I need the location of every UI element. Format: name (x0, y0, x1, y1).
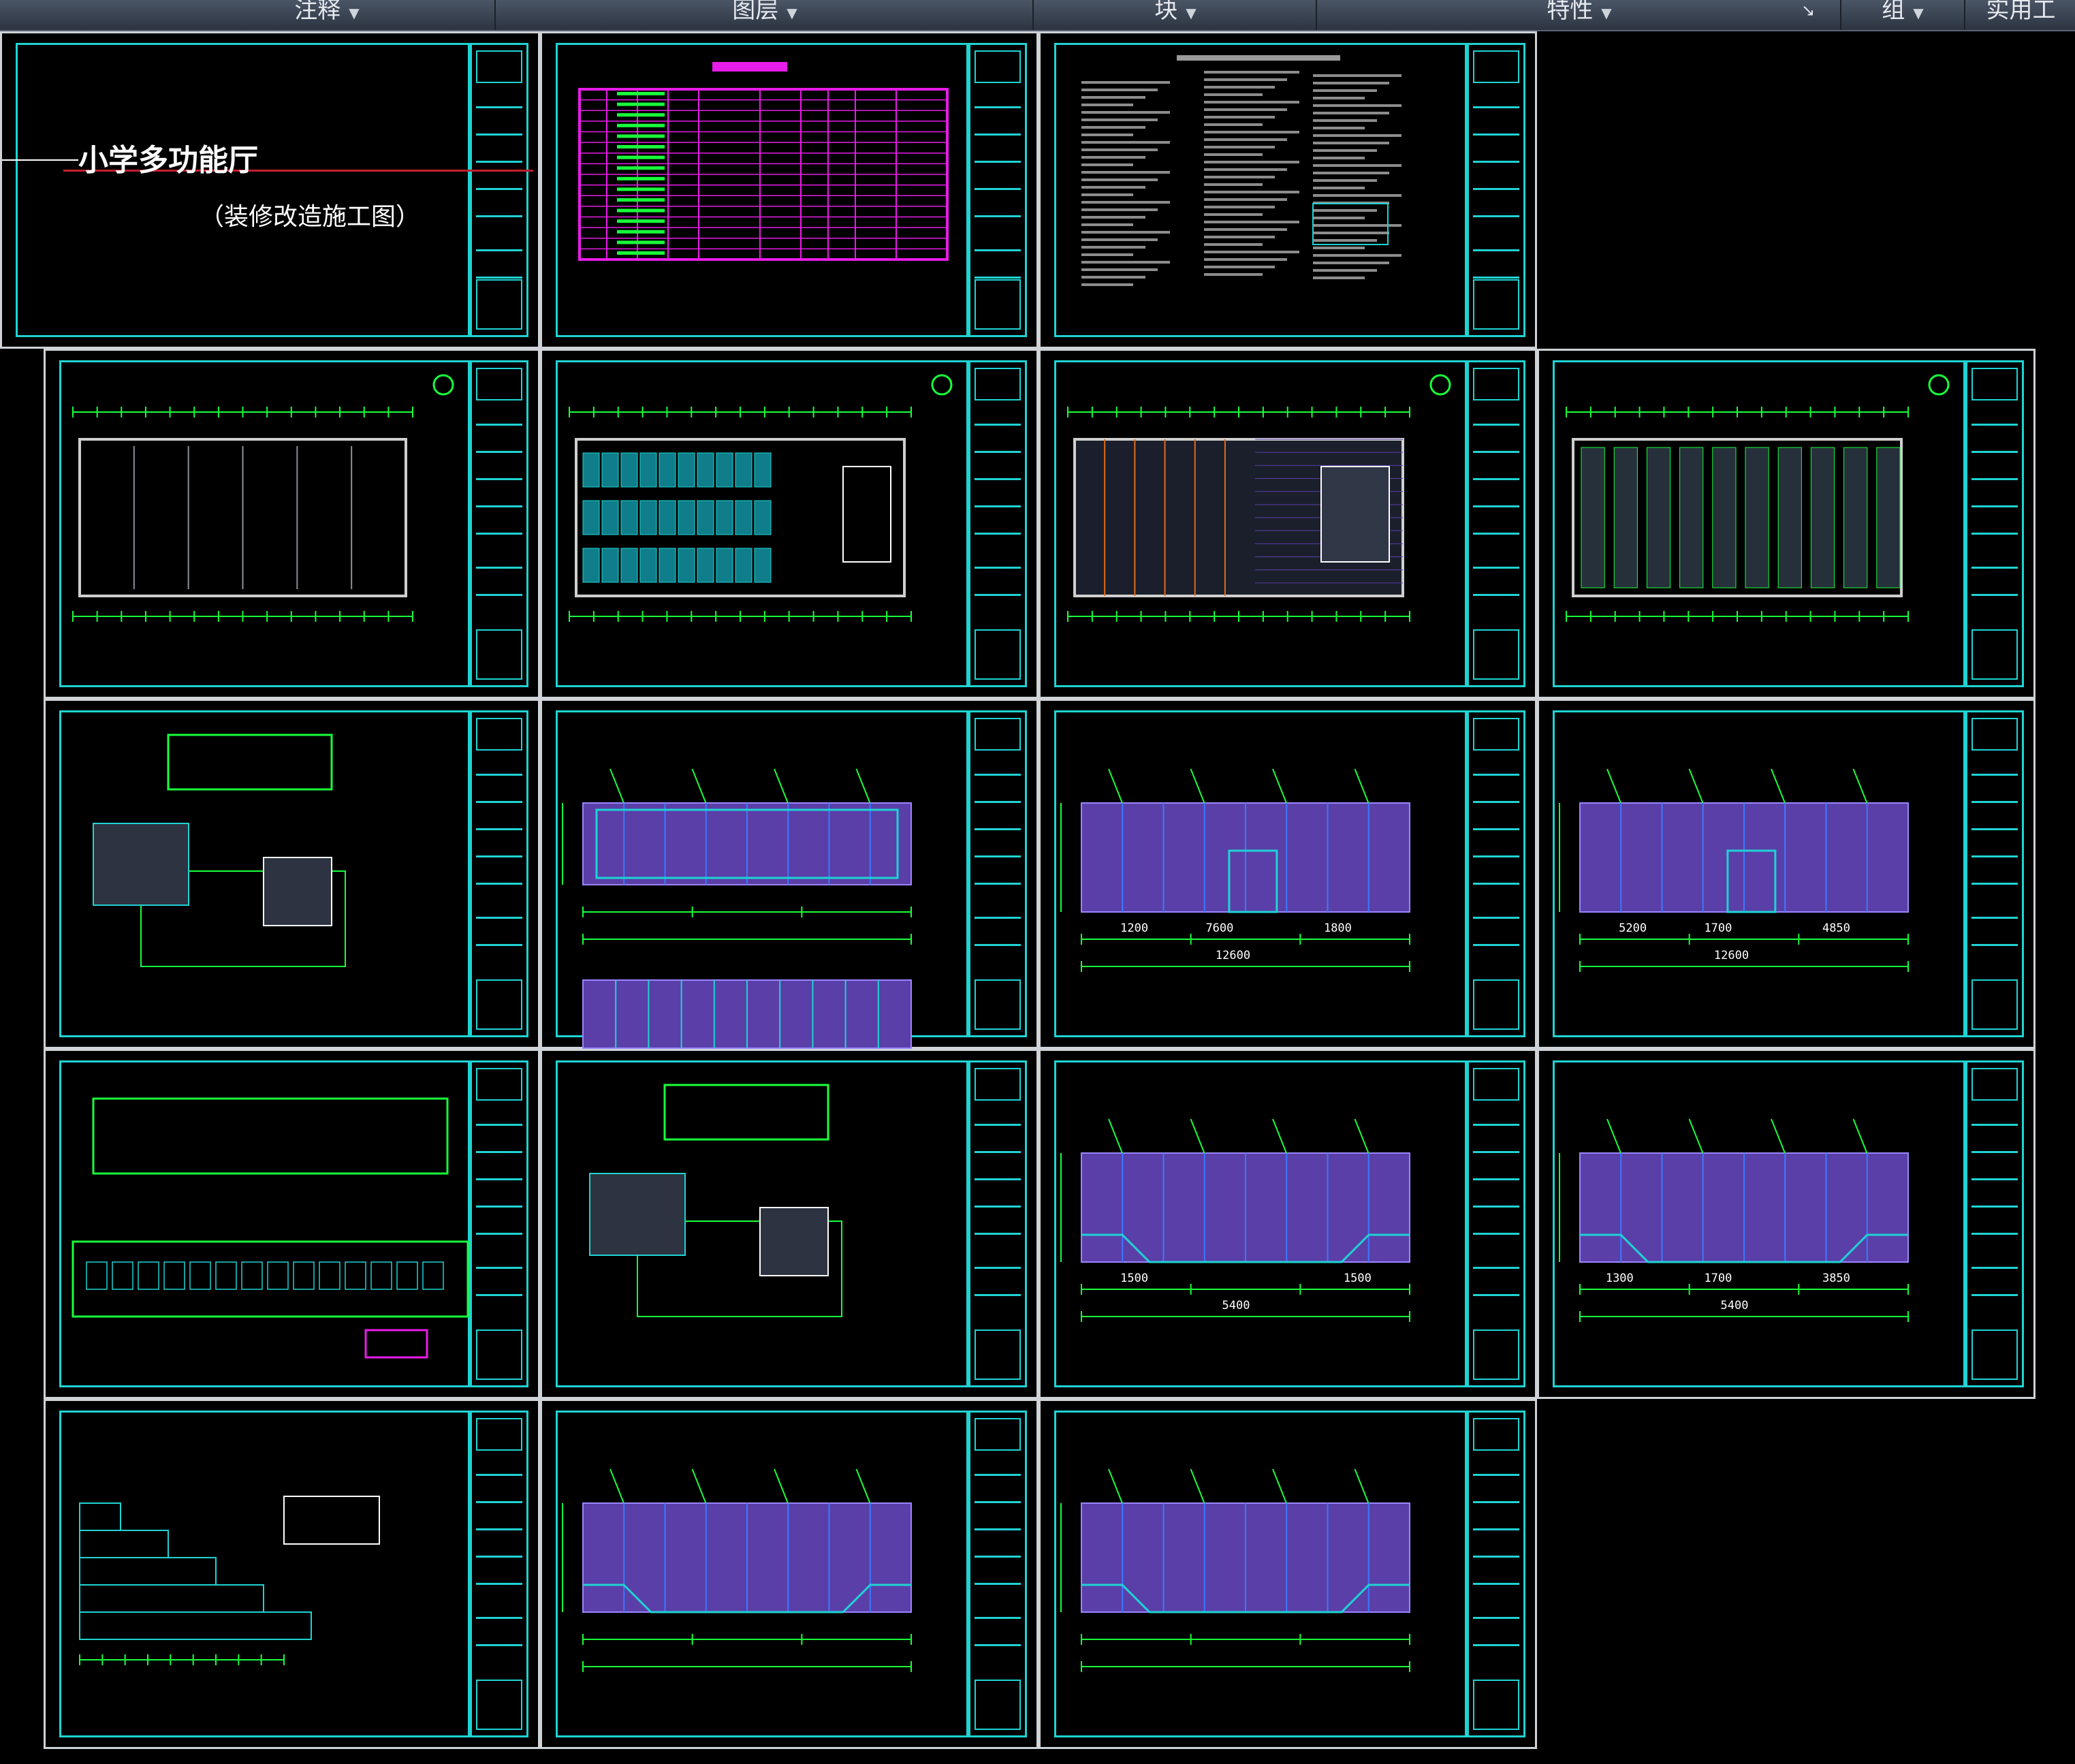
chevron-down-icon[interactable]: ▼ (349, 5, 359, 21)
chevron-down-icon[interactable]: ▼ (1186, 5, 1196, 21)
sheet-detail-1[interactable] (44, 699, 540, 1049)
drawing-content (1060, 1468, 1410, 1672)
chevron-down-icon[interactable]: ▼ (1601, 5, 1611, 21)
sheet-elevation-1[interactable] (540, 699, 1039, 1049)
sheet-section-1[interactable] (44, 1049, 540, 1399)
project-subtitle: （装修改造施工图） (200, 203, 421, 231)
drawing-content (562, 768, 912, 1049)
drawing-content (1566, 374, 1950, 622)
drawing-content (1060, 768, 1410, 972)
dimension-label: 5400 (1720, 1299, 1749, 1312)
sheet-elevation-6[interactable] (540, 1399, 1039, 1749)
dimension-label: 1700 (1704, 922, 1732, 935)
drawing-content (589, 1084, 842, 1317)
dimension-label: 12600 (1215, 949, 1251, 962)
drawing-content (562, 1468, 912, 1672)
ribbon-tab-block[interactable]: 块 ▼ (1032, 0, 1317, 30)
sheet-elevation-2[interactable]: 1200 7600 1800 12600 (1039, 699, 1537, 1049)
drawing-content (79, 1496, 380, 1665)
ribbon-tab-utilities[interactable]: 实用工 (1964, 0, 2075, 30)
sheet-drawing-index[interactable] (540, 31, 1039, 349)
dialog-launcher-icon[interactable]: ↘ (1777, 0, 1839, 30)
drawing-content (93, 734, 346, 967)
ribbon-panel-bar: 注释 ▼ 图层 ▼ 块 ▼ 特性 ▼ ↘ 组 ▼ 实用工 (0, 0, 2075, 31)
sheet-plan-4[interactable] (1537, 349, 2036, 699)
dimension-label: 1300 (1605, 1272, 1634, 1285)
sheet-plan-1[interactable] (44, 349, 540, 699)
leader-line (2, 159, 78, 161)
sheet-detail-2[interactable] (540, 1049, 1039, 1399)
dimension-label: 3850 (1822, 1272, 1850, 1285)
project-title: 小学多功能厅 (78, 143, 258, 178)
drawing-content (1067, 374, 1451, 622)
chevron-down-icon[interactable]: ▼ (787, 5, 797, 21)
sheet-plan-3[interactable] (1039, 349, 1537, 699)
dimension-label: 1200 (1120, 922, 1149, 935)
drawing-content (1559, 768, 1909, 972)
ribbon-tab-properties[interactable]: 特性 ▼ (1316, 0, 1841, 30)
sheet-elevation-4[interactable]: 1500 1500 5400 (1039, 1049, 1537, 1399)
dimension-label: 5200 (1619, 922, 1647, 935)
sheet-elevation-3[interactable]: 5200 1700 4850 12600 (1537, 699, 2036, 1049)
sheet-elevation-5[interactable]: 1300 1700 3850 5400 (1537, 1049, 2036, 1399)
dimension-label: 5400 (1222, 1299, 1250, 1312)
drawing-content (578, 62, 949, 261)
dimension-label: 4850 (1822, 922, 1850, 935)
dimension-label: 1500 (1343, 1272, 1372, 1285)
dimension-label: 1700 (1704, 1272, 1732, 1285)
sheet-cover[interactable]: 小学多功能厅 （装修改造施工图） (0, 31, 540, 349)
ribbon-tab-annotate[interactable]: 注释 ▼ (163, 0, 490, 30)
sheet-design-notes[interactable] (1039, 31, 1537, 349)
drawing-content (72, 1097, 469, 1359)
dimension-label: 1500 (1120, 1272, 1149, 1285)
sheet-section-2[interactable] (44, 1399, 540, 1749)
ribbon-tab-layers[interactable]: 图层 ▼ (494, 0, 1034, 30)
sheet-elevation-7[interactable] (1039, 1399, 1537, 1749)
drawing-content (2, 33, 542, 351)
dimension-label: 12600 (1713, 949, 1749, 962)
drawing-content (72, 374, 454, 622)
drawing-content (1559, 1118, 1909, 1322)
ribbon-tab-groups[interactable]: 组 ▼ (1840, 0, 1964, 30)
chevron-down-icon[interactable]: ▼ (1913, 5, 1923, 21)
dimension-label: 1800 (1323, 922, 1352, 935)
drawing-content (1081, 55, 1401, 286)
drawing-content (1060, 1118, 1410, 1322)
dimension-label: 7600 (1205, 922, 1234, 935)
drawing-content (569, 374, 953, 622)
sheet-plan-2[interactable] (540, 349, 1039, 699)
